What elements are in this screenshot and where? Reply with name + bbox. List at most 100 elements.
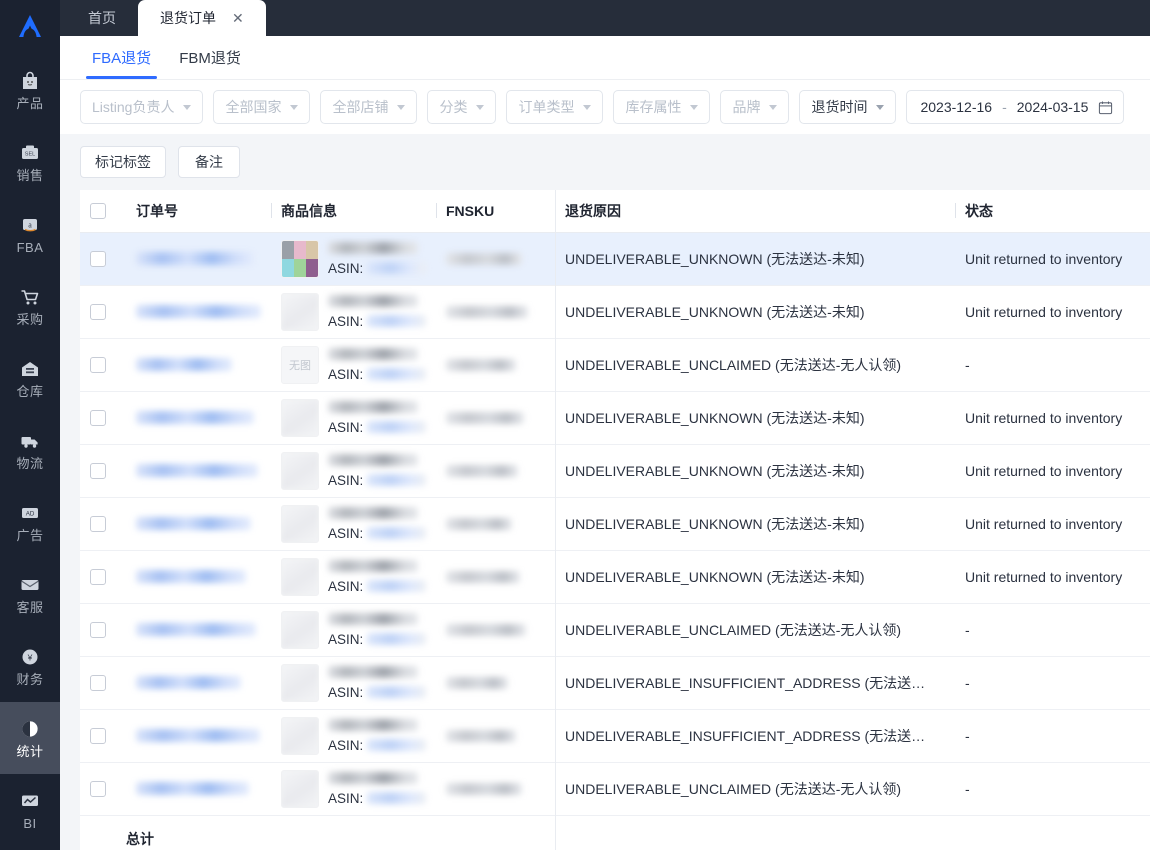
sidebar-item-label: 销售 [16, 168, 44, 183]
sidebar-item-产品[interactable]: 产品 [0, 54, 60, 126]
product-thumbnail[interactable] [281, 663, 319, 702]
product-thumbnail[interactable] [281, 504, 319, 543]
filter-select-1[interactable]: 全部国家 [213, 90, 311, 124]
sidebar-item-统计[interactable]: 统计 [0, 702, 60, 774]
row-checkbox[interactable] [90, 303, 106, 320]
product-thumbnail[interactable] [281, 557, 319, 596]
row-checkbox[interactable] [90, 356, 106, 373]
table-row[interactable]: ASIN: UNDELIVERABLE_UNKNOWN (无法送达-未知) Unit… [80, 444, 1150, 498]
table-row[interactable]: ASIN: UNDELIVERABLE_UNCLAIMED (无法送达-无人认领)… [80, 762, 1150, 816]
col-product-info[interactable]: 商品信息 [271, 190, 436, 233]
sidebar-item-label: 物流 [16, 456, 44, 471]
row-checkbox[interactable] [90, 674, 106, 691]
table-row[interactable]: ASIN: UNDELIVERABLE_UNKNOWN (无法送达-未知) Unit… [80, 550, 1150, 604]
close-icon[interactable]: ✕ [232, 11, 244, 25]
sidebar-item-label: 仓库 [16, 384, 44, 399]
no-image-text: 无图 [289, 359, 311, 372]
product-thumbnail[interactable] [281, 769, 319, 808]
asin-value-redacted [367, 792, 426, 804]
sidebar-item-fba[interactable]: a FBA [0, 198, 60, 270]
tab-fba-returns-label: FBA退货 [92, 50, 152, 67]
table-row[interactable]: ASIN: UNDELIVERABLE_UNKNOWN (无法送达-未知) Unit… [80, 285, 1150, 339]
order-no-cell [126, 391, 271, 445]
action-bar: 标记标签 备注 [60, 134, 1150, 190]
product-info-cell: ASIN: [271, 444, 436, 498]
filter-select-label: 库存属性 [625, 99, 682, 115]
row-select-cell [80, 338, 126, 392]
sidebar-item-采购[interactable]: 采购 [0, 270, 60, 342]
product-thumbnail[interactable] [281, 292, 319, 331]
tab-fbm-returns[interactable]: FBM退货 [165, 36, 255, 79]
row-checkbox[interactable] [90, 250, 106, 267]
col-status[interactable]: 状态 [955, 190, 1150, 233]
filter-select-7[interactable]: 退货时间 [799, 90, 897, 124]
col-product-info-label: 商品信息 [281, 202, 337, 219]
asin-value-redacted [367, 527, 426, 539]
filter-select-6[interactable]: 品牌 [720, 90, 790, 124]
product-thumbnail[interactable] [281, 451, 319, 490]
sidebar-item-仓库[interactable]: 仓库 [0, 342, 60, 414]
remark-button[interactable]: 备注 [178, 146, 240, 178]
table-row[interactable]: ASIN: UNDELIVERABLE_INSUFFICIENT_ADDRESS … [80, 656, 1150, 710]
chevron-down-icon [690, 104, 699, 110]
sidebar-item-bi[interactable]: BI [0, 774, 60, 846]
row-checkbox[interactable] [90, 515, 106, 532]
fnsku-redacted [446, 671, 545, 695]
row-checkbox[interactable] [90, 409, 106, 426]
tab-return-orders[interactable]: 退货订单 ✕ [138, 0, 266, 36]
table-row[interactable]: ASIN: UNDELIVERABLE_UNCLAIMED (无法送达-无人认领)… [80, 603, 1150, 657]
row-select-cell [80, 391, 126, 445]
filter-select-0[interactable]: Listing负责人 [80, 90, 204, 124]
mark-tag-button[interactable]: 标记标签 [80, 146, 166, 178]
select-all-checkbox[interactable] [90, 202, 106, 219]
status-cell: - [955, 709, 1150, 763]
product-thumbnail[interactable] [281, 239, 319, 278]
sidebar-item-销售[interactable]: SEL 销售 [0, 126, 60, 198]
asin-value-redacted [367, 739, 426, 751]
row-select-cell [80, 762, 126, 816]
row-checkbox[interactable] [90, 780, 106, 797]
app-logo[interactable] [0, 0, 60, 54]
filter-select-4[interactable]: 订单类型 [506, 90, 604, 124]
col-return-reason[interactable]: 退货原因 [555, 190, 955, 233]
product-thumbnail[interactable] [281, 398, 319, 437]
date-range-picker[interactable]: 2023-12-16 - 2024-03-15 [906, 90, 1125, 124]
row-checkbox[interactable] [90, 621, 106, 638]
fnsku-cell [436, 656, 555, 710]
fnsku-redacted [446, 618, 545, 642]
filter-select-2[interactable]: 全部店铺 [320, 90, 418, 124]
fnsku-redacted [446, 300, 545, 324]
total-spacer [80, 814, 126, 850]
table-row[interactable]: ASIN: UNDELIVERABLE_UNKNOWN (无法送达-未知) Unit… [80, 497, 1150, 551]
sidebar-item-财务[interactable]: ¥ 财务 [0, 630, 60, 702]
col-status-label: 状态 [965, 202, 993, 219]
filter-select-5[interactable]: 库存属性 [613, 90, 711, 124]
product-thumbnail[interactable] [281, 716, 319, 755]
row-checkbox[interactable] [90, 568, 106, 585]
sidebar-item-客服[interactable]: 客服 [0, 558, 60, 630]
envelope-icon [19, 574, 41, 596]
status-cell: Unit returned to inventory [955, 550, 1150, 604]
filter-select-label: 全部国家 [225, 99, 282, 115]
fnsku-redacted [446, 406, 545, 430]
tab-fba-returns[interactable]: FBA退货 [78, 36, 165, 79]
table-row[interactable]: ASIN: UNDELIVERABLE_UNKNOWN (无法送达-未知) Unit… [80, 232, 1150, 286]
return-reason-text: UNDELIVERABLE_INSUFFICIENT_ADDRESS (无法送… [565, 727, 926, 744]
table-row[interactable]: 无图 ASIN: UNDELIVERABLE_UNCLAIMED (无法送达-无人认… [80, 338, 1150, 392]
sidebar-item-物流[interactable]: 物流 [0, 414, 60, 486]
fnsku-redacted [446, 353, 545, 377]
tab-home[interactable]: 首页 [66, 0, 138, 36]
asin-value-redacted [367, 580, 426, 592]
return-reason-text: UNDELIVERABLE_INSUFFICIENT_ADDRESS (无法送… [565, 674, 926, 691]
product-thumbnail[interactable] [281, 610, 319, 649]
row-checkbox[interactable] [90, 462, 106, 479]
table-row[interactable]: ASIN: UNDELIVERABLE_INSUFFICIENT_ADDRESS … [80, 709, 1150, 763]
filter-select-3[interactable]: 分类 [427, 90, 497, 124]
col-order-no[interactable]: 订单号 [126, 190, 271, 233]
table-row[interactable]: ASIN: UNDELIVERABLE_UNKNOWN (无法送达-未知) Unit… [80, 391, 1150, 445]
sidebar-item-广告[interactable]: AD 广告 [0, 486, 60, 558]
row-checkbox[interactable] [90, 727, 106, 744]
return-reason-cell: UNDELIVERABLE_UNCLAIMED (无法送达-无人认领) [555, 338, 955, 392]
sidebar-item-label: 产品 [16, 96, 44, 111]
col-fnsku[interactable]: FNSKU [436, 190, 555, 233]
